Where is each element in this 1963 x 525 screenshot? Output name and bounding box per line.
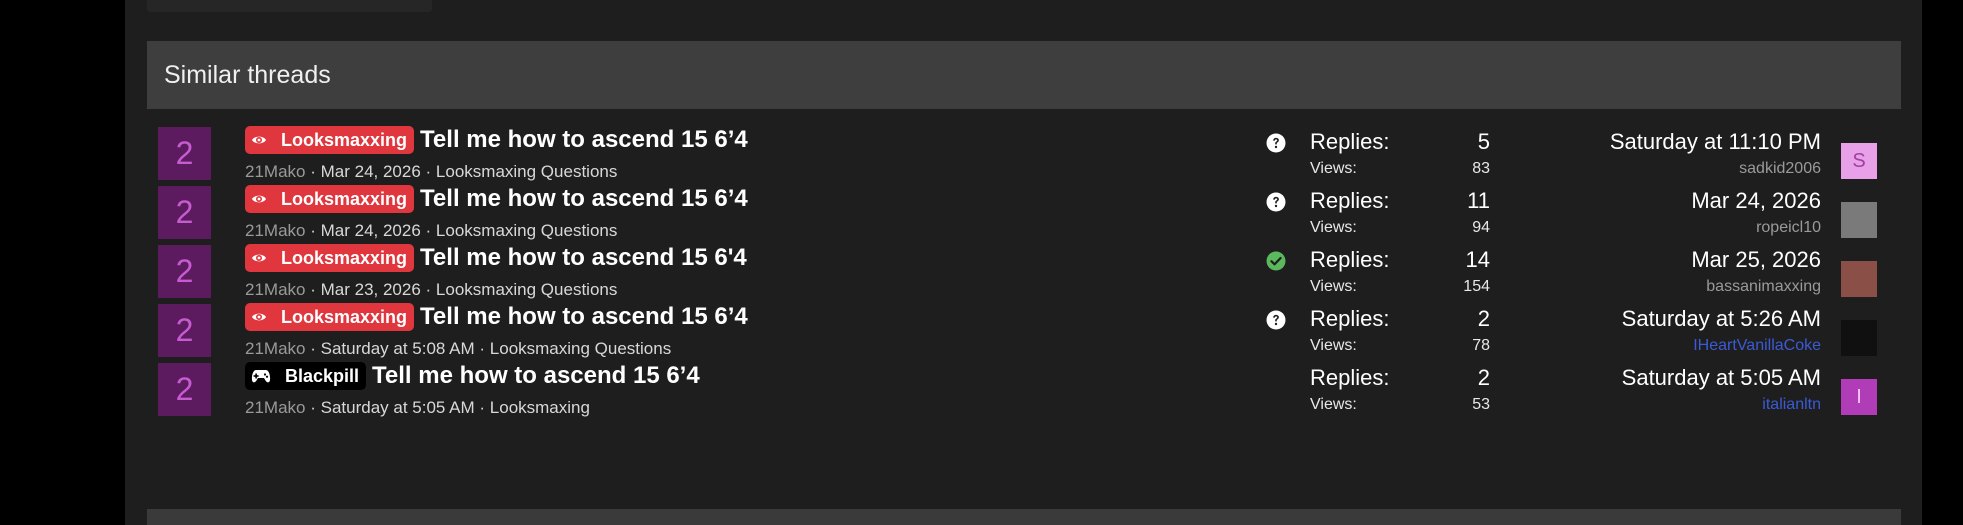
eye-icon (251, 132, 274, 148)
thread-prefix-label: Looksmaxxing (281, 247, 408, 268)
thread-title-line: Blackpill Tell me how to ascend 15 6’4 (245, 362, 700, 390)
thread-forum-link[interactable]: Looksmaxing (490, 398, 590, 417)
block-header: Similar threads (147, 41, 1901, 109)
replies-label: Replies: (1310, 188, 1390, 213)
thread-title-line: Looksmaxxing Tell me how to ascend 15 6’… (245, 126, 748, 154)
meta-separator: · (479, 398, 490, 417)
meta-separator: · (310, 398, 321, 417)
views-count: 154 (1463, 278, 1490, 295)
views-count: 53 (1472, 396, 1490, 413)
thread-start-date[interactable]: Saturday at 5:05 AM (321, 398, 475, 417)
thread-prefix-label: Looksmaxxing (281, 129, 408, 150)
similar-threads-block: Similar threads 2 Looksmaxxing Tell me h… (147, 41, 1901, 511)
views-count: 83 (1472, 160, 1490, 177)
thread-avatar[interactable]: 2 (158, 304, 211, 357)
replies-label: Replies: (1310, 129, 1390, 154)
eye-icon (251, 191, 274, 207)
thread-title-link[interactable]: Tell me how to ascend 15 6’4 (420, 303, 748, 331)
replies-count: 14 (1465, 247, 1490, 272)
thread-prefix[interactable]: Blackpill (245, 362, 367, 390)
thread-avatar[interactable]: 2 (158, 245, 211, 298)
check-icon (1266, 251, 1286, 271)
last-poster-avatar[interactable]: S (1841, 143, 1877, 179)
thread-stats: Replies: 2 Views: 78 (1310, 304, 1490, 358)
thread-title-line: Looksmaxxing Tell me how to ascend 15 6’… (245, 303, 748, 331)
views-label: Views: (1310, 337, 1357, 354)
block-title: Similar threads (164, 60, 331, 89)
thread-title-link[interactable]: Tell me how to ascend 15 6’4 (420, 126, 748, 154)
thread-prefix[interactable]: Looksmaxxing (245, 244, 415, 272)
thread-row[interactable]: 2 Blackpill Tell me how to ascend 15 6’4… (147, 355, 1901, 429)
next-block-edge (147, 509, 1901, 525)
thread-title-link[interactable]: Tell me how to ascend 15 6’4 (420, 185, 748, 213)
last-post-date[interactable]: Saturday at 5:26 AM (1622, 304, 1821, 334)
last-poster-avatar[interactable]: I (1841, 379, 1877, 415)
thread-stats: Replies: 2 Views: 53 (1310, 363, 1490, 417)
thread-meta: 21Mako · Saturday at 5:05 AM · Looksmaxi… (245, 398, 590, 418)
thread-prefix[interactable]: Looksmaxxing (245, 185, 415, 213)
last-poster-avatar-letter: S (1852, 149, 1866, 172)
thread-latest: Mar 24, 2026 ropeicl10 (1691, 186, 1821, 240)
replies-label: Replies: (1310, 365, 1390, 390)
replies-label: Replies: (1310, 306, 1390, 331)
thread-avatar[interactable]: 2 (158, 127, 211, 180)
eye-icon (251, 250, 274, 266)
gamepad-icon (251, 368, 278, 384)
views-label: Views: (1310, 219, 1357, 236)
last-poster-avatar[interactable] (1841, 261, 1877, 297)
last-poster-avatar[interactable] (1841, 202, 1877, 238)
thread-avatar-number: 2 (175, 253, 194, 289)
views-count: 94 (1472, 219, 1490, 236)
thread-stats: Replies: 11 Views: 94 (1310, 186, 1490, 240)
thread-avatar-number: 2 (175, 312, 194, 348)
thread-stats: Replies: 5 Views: 83 (1310, 127, 1490, 181)
thread-prefix-label: Blackpill (285, 365, 360, 386)
thread-title-link[interactable]: Tell me how to ascend 15 6'4 (420, 244, 747, 272)
thread-prefix[interactable]: Looksmaxxing (245, 126, 415, 154)
thread-latest: Saturday at 11:10 PM sadkid2006 (1610, 127, 1821, 181)
thread-latest: Mar 25, 2026 bassanimaxxing (1691, 245, 1821, 299)
last-poster-avatar[interactable] (1841, 320, 1877, 356)
replies-label: Replies: (1310, 247, 1390, 272)
replies-count: 2 (1477, 365, 1490, 390)
thread-title-line: Looksmaxxing Tell me how to ascend 15 6'… (245, 244, 747, 272)
last-poster-avatar-letter: I (1856, 385, 1862, 408)
thread-avatar[interactable]: 2 (158, 186, 211, 239)
last-post-date[interactable]: Mar 25, 2026 (1691, 245, 1821, 275)
replies-count: 5 (1477, 129, 1490, 154)
question-icon (1266, 192, 1286, 212)
replies-count: 2 (1477, 306, 1490, 331)
views-label: Views: (1310, 160, 1357, 177)
thread-avatar-number: 2 (175, 135, 194, 171)
thread-title-link[interactable]: Tell me how to ascend 15 6’4 (372, 362, 700, 390)
question-icon (1266, 310, 1286, 330)
views-label: Views: (1310, 278, 1357, 295)
thread-author[interactable]: 21Mako (245, 398, 305, 417)
thread-avatar-number: 2 (175, 371, 194, 407)
thread-prefix[interactable]: Looksmaxxing (245, 303, 415, 331)
replies-count: 11 (1467, 188, 1490, 213)
views-count: 78 (1472, 337, 1490, 354)
previous-block-edge (147, 0, 432, 12)
thread-prefix-label: Looksmaxxing (281, 188, 408, 209)
thread-latest: Saturday at 5:26 AM IHeartVanillaCoke (1622, 304, 1821, 358)
thread-stats: Replies: 14 Views: 154 (1310, 245, 1490, 299)
thread-avatar-number: 2 (175, 194, 194, 230)
last-poster[interactable]: italianltn (1622, 393, 1821, 417)
last-post-date[interactable]: Mar 24, 2026 (1691, 186, 1821, 216)
views-label: Views: (1310, 396, 1357, 413)
thread-prefix-label: Looksmaxxing (281, 306, 408, 327)
thread-title-line: Looksmaxxing Tell me how to ascend 15 6’… (245, 185, 748, 213)
last-post-date[interactable]: Saturday at 11:10 PM (1610, 127, 1821, 157)
last-post-date[interactable]: Saturday at 5:05 AM (1622, 363, 1821, 393)
question-icon (1266, 133, 1286, 153)
eye-icon (251, 309, 274, 325)
thread-latest: Saturday at 5:05 AM italianltn (1622, 363, 1821, 417)
thread-avatar[interactable]: 2 (158, 363, 211, 416)
